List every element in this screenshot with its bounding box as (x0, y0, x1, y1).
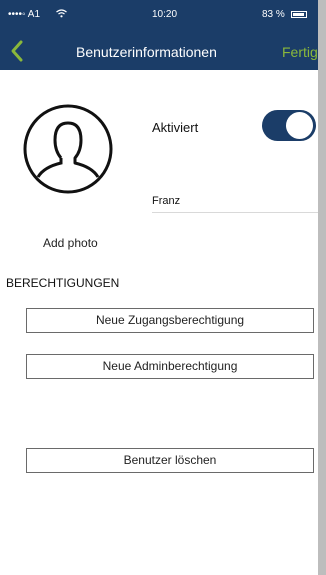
delete-user-button[interactable]: Benutzer löschen (26, 448, 314, 473)
wifi-icon (56, 9, 67, 18)
screen: ••••◦ A1 10:20 83 % Benutzerinformatione… (0, 0, 326, 575)
done-button[interactable]: Fertig (282, 44, 318, 60)
name-field-underline (152, 212, 318, 213)
carrier-signal: ••••◦ A1 (8, 9, 41, 20)
status-time: 10:20 (152, 9, 178, 20)
active-toggle[interactable] (262, 110, 316, 141)
battery-icon (291, 11, 307, 18)
page-title: Benutzerinformationen (76, 44, 217, 60)
active-label: Aktiviert (152, 120, 199, 135)
battery-percent: 83 % (262, 9, 285, 20)
avatar-placeholder-icon[interactable] (22, 103, 114, 195)
new-access-permission-button[interactable]: Neue Zugangsberechtigung (26, 308, 314, 333)
new-admin-permission-button[interactable]: Neue Adminberechtigung (26, 354, 314, 379)
status-bar: ••••◦ A1 10:20 83 % (0, 0, 318, 34)
navigation-bar: Benutzerinformationen Fertig (0, 34, 318, 70)
chevron-left-icon[interactable] (6, 38, 28, 64)
toggle-knob (286, 112, 313, 139)
add-photo-link[interactable]: Add photo (43, 236, 98, 250)
permissions-section-title: BERECHTIGUNGEN (6, 276, 120, 290)
name-field[interactable]: Franz (152, 195, 180, 207)
